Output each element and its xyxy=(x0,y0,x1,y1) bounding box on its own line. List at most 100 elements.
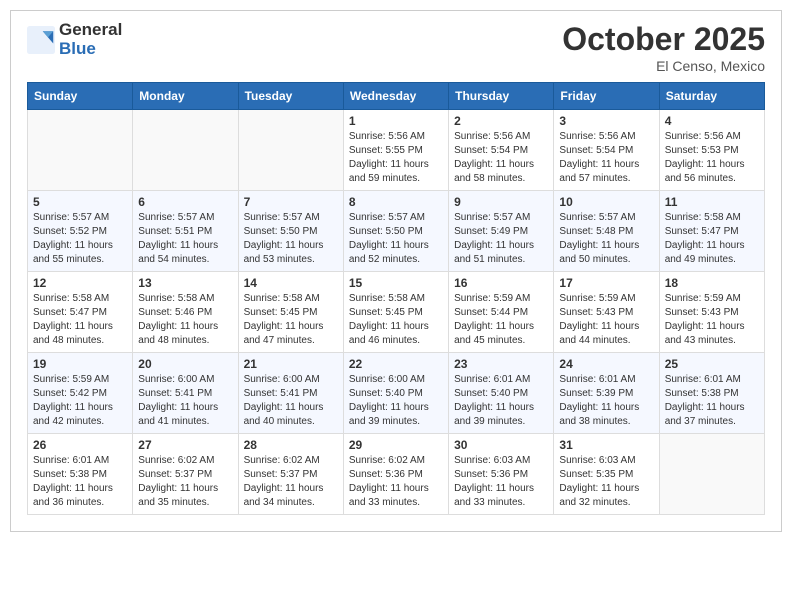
calendar-cell xyxy=(238,110,343,191)
day-number: 3 xyxy=(559,114,653,128)
calendar-body: 1Sunrise: 5:56 AMSunset: 5:55 PMDaylight… xyxy=(28,110,765,515)
day-info: Daylight: 11 hours and 49 minutes. xyxy=(665,239,759,267)
calendar-cell: 1Sunrise: 5:56 AMSunset: 5:55 PMDaylight… xyxy=(343,110,448,191)
day-info: Daylight: 11 hours and 51 minutes. xyxy=(454,239,548,267)
weekday-header-saturday: Saturday xyxy=(659,83,764,110)
day-info: Sunrise: 6:02 AM xyxy=(138,454,232,468)
day-info: Sunrise: 6:02 AM xyxy=(244,454,338,468)
calendar-week-2: 5Sunrise: 5:57 AMSunset: 5:52 PMDaylight… xyxy=(28,191,765,272)
calendar-cell: 3Sunrise: 5:56 AMSunset: 5:54 PMDaylight… xyxy=(554,110,659,191)
day-info: Daylight: 11 hours and 58 minutes. xyxy=(454,158,548,186)
day-info: Daylight: 11 hours and 48 minutes. xyxy=(138,320,232,348)
calendar-cell: 9Sunrise: 5:57 AMSunset: 5:49 PMDaylight… xyxy=(449,191,554,272)
day-info: Sunset: 5:45 PM xyxy=(244,306,338,320)
day-info: Sunrise: 6:01 AM xyxy=(33,454,127,468)
day-info: Sunrise: 5:56 AM xyxy=(454,130,548,144)
calendar-cell xyxy=(133,110,238,191)
day-info: Daylight: 11 hours and 50 minutes. xyxy=(559,239,653,267)
day-number: 12 xyxy=(33,276,127,290)
day-info: Sunrise: 6:03 AM xyxy=(559,454,653,468)
day-number: 11 xyxy=(665,195,759,209)
calendar-cell: 15Sunrise: 5:58 AMSunset: 5:45 PMDayligh… xyxy=(343,272,448,353)
weekday-header-sunday: Sunday xyxy=(28,83,133,110)
day-info: Daylight: 11 hours and 36 minutes. xyxy=(33,482,127,510)
day-info: Sunrise: 5:57 AM xyxy=(454,211,548,225)
day-info: Sunset: 5:54 PM xyxy=(454,144,548,158)
day-info: Sunrise: 6:00 AM xyxy=(138,373,232,387)
calendar-cell: 2Sunrise: 5:56 AMSunset: 5:54 PMDaylight… xyxy=(449,110,554,191)
day-number: 17 xyxy=(559,276,653,290)
day-info: Sunset: 5:46 PM xyxy=(138,306,232,320)
location: El Censo, Mexico xyxy=(562,58,765,74)
calendar-cell xyxy=(28,110,133,191)
day-number: 5 xyxy=(33,195,127,209)
day-number: 24 xyxy=(559,357,653,371)
day-info: Sunrise: 5:57 AM xyxy=(138,211,232,225)
day-info: Daylight: 11 hours and 33 minutes. xyxy=(454,482,548,510)
day-number: 13 xyxy=(138,276,232,290)
day-info: Daylight: 11 hours and 46 minutes. xyxy=(349,320,443,348)
logo: General Blue xyxy=(27,21,122,58)
day-info: Sunset: 5:36 PM xyxy=(349,468,443,482)
day-number: 26 xyxy=(33,438,127,452)
calendar-cell: 8Sunrise: 5:57 AMSunset: 5:50 PMDaylight… xyxy=(343,191,448,272)
calendar-cell: 18Sunrise: 5:59 AMSunset: 5:43 PMDayligh… xyxy=(659,272,764,353)
day-info: Daylight: 11 hours and 38 minutes. xyxy=(559,401,653,429)
day-info: Sunset: 5:40 PM xyxy=(349,387,443,401)
calendar-week-4: 19Sunrise: 5:59 AMSunset: 5:42 PMDayligh… xyxy=(28,353,765,434)
calendar-cell: 5Sunrise: 5:57 AMSunset: 5:52 PMDaylight… xyxy=(28,191,133,272)
day-info: Daylight: 11 hours and 53 minutes. xyxy=(244,239,338,267)
calendar-cell: 4Sunrise: 5:56 AMSunset: 5:53 PMDaylight… xyxy=(659,110,764,191)
calendar-week-1: 1Sunrise: 5:56 AMSunset: 5:55 PMDaylight… xyxy=(28,110,765,191)
day-info: Sunrise: 6:03 AM xyxy=(454,454,548,468)
day-number: 25 xyxy=(665,357,759,371)
calendar-cell: 16Sunrise: 5:59 AMSunset: 5:44 PMDayligh… xyxy=(449,272,554,353)
day-info: Daylight: 11 hours and 47 minutes. xyxy=(244,320,338,348)
day-number: 4 xyxy=(665,114,759,128)
day-info: Sunset: 5:38 PM xyxy=(665,387,759,401)
day-info: Sunset: 5:47 PM xyxy=(665,225,759,239)
day-number: 27 xyxy=(138,438,232,452)
day-info: Daylight: 11 hours and 39 minutes. xyxy=(454,401,548,429)
day-number: 1 xyxy=(349,114,443,128)
day-info: Sunset: 5:36 PM xyxy=(454,468,548,482)
day-number: 21 xyxy=(244,357,338,371)
day-info: Sunrise: 5:57 AM xyxy=(559,211,653,225)
calendar-cell: 13Sunrise: 5:58 AMSunset: 5:46 PMDayligh… xyxy=(133,272,238,353)
day-info: Daylight: 11 hours and 37 minutes. xyxy=(665,401,759,429)
day-info: Daylight: 11 hours and 35 minutes. xyxy=(138,482,232,510)
day-number: 10 xyxy=(559,195,653,209)
calendar-cell: 19Sunrise: 5:59 AMSunset: 5:42 PMDayligh… xyxy=(28,353,133,434)
weekday-header-wednesday: Wednesday xyxy=(343,83,448,110)
day-info: Sunset: 5:52 PM xyxy=(33,225,127,239)
calendar-cell xyxy=(659,434,764,515)
day-info: Sunset: 5:47 PM xyxy=(33,306,127,320)
calendar-cell: 27Sunrise: 6:02 AMSunset: 5:37 PMDayligh… xyxy=(133,434,238,515)
day-info: Sunrise: 5:56 AM xyxy=(349,130,443,144)
day-info: Sunrise: 5:56 AM xyxy=(665,130,759,144)
day-info: Sunset: 5:43 PM xyxy=(665,306,759,320)
logo-icon xyxy=(27,26,55,54)
day-info: Sunrise: 5:56 AM xyxy=(559,130,653,144)
day-info: Sunset: 5:49 PM xyxy=(454,225,548,239)
calendar-cell: 7Sunrise: 5:57 AMSunset: 5:50 PMDaylight… xyxy=(238,191,343,272)
day-info: Sunrise: 5:58 AM xyxy=(665,211,759,225)
day-number: 30 xyxy=(454,438,548,452)
calendar-cell: 26 Sunrise: 6:01 AMSunset: 5:38 PMDayligh… xyxy=(28,434,133,515)
calendar-table: SundayMondayTuesdayWednesdayThursdayFrid… xyxy=(27,82,765,515)
day-number: 16 xyxy=(454,276,548,290)
day-info: Daylight: 11 hours and 57 minutes. xyxy=(559,158,653,186)
day-info: Sunrise: 5:59 AM xyxy=(559,292,653,306)
day-info: Daylight: 11 hours and 40 minutes. xyxy=(244,401,338,429)
day-info: Sunset: 5:38 PM xyxy=(33,468,127,482)
calendar-cell: 31Sunrise: 6:03 AMSunset: 5:35 PMDayligh… xyxy=(554,434,659,515)
day-info: Sunrise: 5:57 AM xyxy=(33,211,127,225)
day-info: Sunset: 5:43 PM xyxy=(559,306,653,320)
day-info: Sunset: 5:44 PM xyxy=(454,306,548,320)
day-number: 15 xyxy=(349,276,443,290)
day-number: 28 xyxy=(244,438,338,452)
weekday-header-friday: Friday xyxy=(554,83,659,110)
day-number: 20 xyxy=(138,357,232,371)
calendar-cell: 29Sunrise: 6:02 AMSunset: 5:36 PMDayligh… xyxy=(343,434,448,515)
day-info: Sunset: 5:50 PM xyxy=(349,225,443,239)
